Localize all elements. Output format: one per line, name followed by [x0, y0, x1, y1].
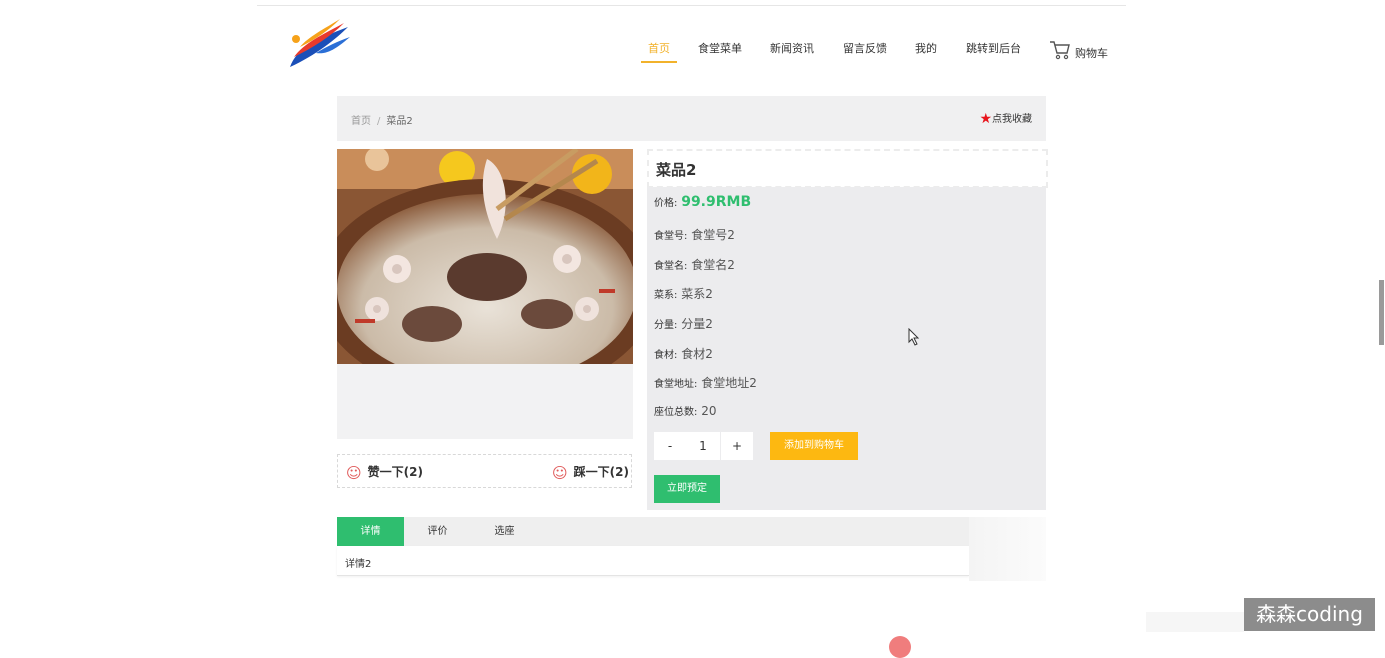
field-label: 食材: — [654, 350, 678, 361]
field-label: 座位总数: — [654, 407, 698, 418]
scrollbar-thumb[interactable] — [1379, 280, 1384, 345]
price-value: 99.9RMB — [681, 194, 752, 210]
add-to-cart-button[interactable]: 添加到购物车 — [770, 432, 858, 460]
breadcrumb-bar: 首页 / 菜品2 ★点我收藏 — [337, 96, 1046, 141]
field-row: 食堂号: 食堂号2 — [654, 226, 735, 243]
detail-tabs: 详情 评价 选座 — [337, 517, 969, 546]
field-label: 分量: — [654, 320, 678, 331]
tab-details[interactable]: 详情 — [337, 517, 404, 546]
tab-reviews[interactable]: 评价 — [404, 517, 471, 546]
site-logo[interactable] — [286, 17, 354, 71]
field-label: 菜系: — [654, 290, 678, 301]
blurred-region — [1146, 612, 1244, 632]
breadcrumb-home[interactable]: 首页 — [351, 116, 371, 127]
nav-item-mine[interactable]: 我的 — [915, 41, 937, 57]
like-label: 赞一下(2) — [367, 465, 423, 479]
field-row: 食材: 食材2 — [654, 345, 713, 362]
vote-panel: ☺ 赞一下(2) ☺ 踩一下(2) — [337, 454, 632, 488]
product-title-box: 菜品2 — [647, 149, 1048, 188]
smile-icon: ☺ — [346, 464, 362, 482]
blurred-region — [969, 517, 1046, 581]
tab-content: 详情2 — [337, 546, 969, 576]
price-row: 价格: 99.9RMB — [654, 194, 751, 210]
smile-icon: ☺ — [552, 464, 568, 482]
mouse-cursor-icon — [908, 328, 920, 346]
field-row: 食堂地址: 食堂地址2 — [654, 374, 757, 391]
favorite-label: 点我收藏 — [992, 114, 1032, 125]
field-value: 菜系2 — [681, 287, 713, 301]
field-label: 食堂地址: — [654, 379, 698, 390]
reserve-button[interactable]: 立即预定 — [654, 475, 720, 503]
nav-item-news[interactable]: 新闻资讯 — [770, 41, 814, 57]
floating-dot — [889, 636, 911, 658]
header-divider — [257, 5, 1126, 6]
like-button[interactable]: ☺ 赞一下(2) — [346, 463, 423, 482]
star-icon: ★ — [979, 111, 992, 127]
product-image — [337, 149, 633, 364]
product-image-panel — [337, 149, 633, 439]
field-row: 菜系: 菜系2 — [654, 285, 713, 302]
field-row: 食堂名: 食堂名2 — [654, 256, 735, 273]
nav-item-home[interactable]: 首页 — [648, 41, 670, 57]
breadcrumb: 首页 / 菜品2 — [351, 112, 413, 127]
nav-item-canteen-menu[interactable]: 食堂菜单 — [698, 41, 742, 57]
field-row: 分量: 分量2 — [654, 315, 713, 332]
favorite-button[interactable]: ★点我收藏 — [979, 110, 1032, 127]
field-value: 食堂号2 — [691, 228, 735, 242]
field-value: 食材2 — [681, 347, 713, 361]
field-value: 20 — [701, 404, 717, 418]
field-value: 分量2 — [681, 317, 713, 331]
field-value: 食堂名2 — [691, 258, 735, 272]
field-label: 食堂号: — [654, 231, 688, 242]
quantity-input[interactable] — [686, 432, 720, 460]
watermark: 森森coding — [1244, 598, 1375, 631]
nav-item-feedback[interactable]: 留言反馈 — [843, 41, 887, 57]
cart-link[interactable]: 购物车 — [1075, 45, 1108, 61]
nav-item-admin[interactable]: 跳转到后台 — [966, 41, 1021, 57]
field-value: 食堂地址2 — [701, 376, 757, 390]
breadcrumb-current: 菜品2 — [386, 116, 413, 127]
quantity-increase-button[interactable]: + — [721, 432, 753, 460]
quantity-decrease-button[interactable]: - — [654, 432, 686, 460]
cart-icon[interactable] — [1049, 40, 1071, 60]
breadcrumb-separator: / — [377, 116, 381, 127]
tab-content-text: 详情2 — [345, 559, 372, 570]
product-title: 菜品2 — [656, 161, 697, 179]
dislike-button[interactable]: ☺ 踩一下(2) — [552, 463, 629, 482]
field-row: 座位总数: 20 — [654, 403, 716, 418]
dislike-label: 踩一下(2) — [573, 465, 629, 479]
nav-active-underline — [641, 61, 677, 63]
price-label: 价格: — [654, 198, 678, 209]
tab-seat-selection[interactable]: 选座 — [471, 517, 538, 546]
product-info-panel: 价格: 99.9RMB 食堂号: 食堂号2 食堂名: 食堂名2 菜系: 菜系2 … — [647, 187, 1046, 510]
field-label: 食堂名: — [654, 261, 688, 272]
